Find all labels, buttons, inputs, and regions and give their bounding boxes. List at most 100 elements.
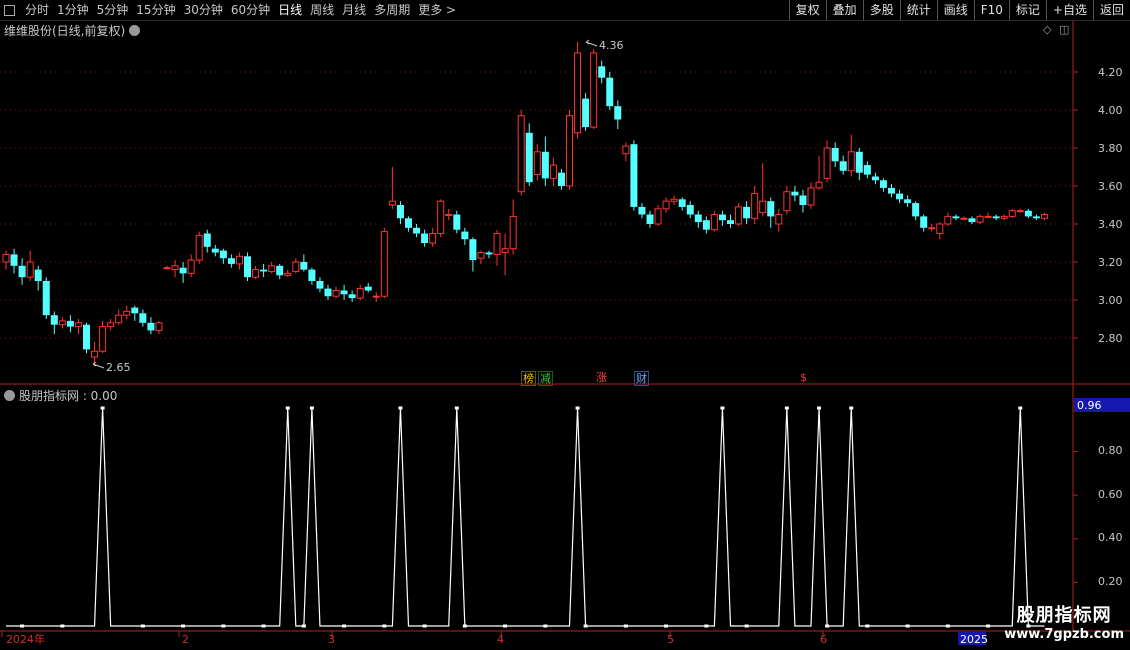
candle-body bbox=[276, 265, 284, 276]
candle-body bbox=[606, 77, 614, 107]
candle-body bbox=[195, 234, 203, 261]
price-tick-340: 3.40 bbox=[1098, 218, 1123, 231]
candle-body bbox=[235, 255, 243, 265]
candle-body bbox=[678, 199, 686, 207]
indicator-point bbox=[825, 624, 830, 628]
stock-title: 维维股份(日线,前复权) bbox=[4, 24, 126, 38]
candle-body bbox=[107, 322, 115, 328]
candle-body bbox=[815, 181, 823, 189]
tag-dollar[interactable]: $ bbox=[799, 371, 808, 384]
candle-body bbox=[179, 267, 187, 274]
candle-body bbox=[509, 215, 517, 250]
candle-body bbox=[976, 215, 984, 223]
candle-body bbox=[767, 201, 775, 217]
candle-body bbox=[888, 187, 895, 194]
candle-body bbox=[66, 320, 74, 327]
price-tick-300: 3.00 bbox=[1098, 294, 1123, 307]
indicator-point bbox=[60, 624, 65, 628]
price-tick-360: 3.60 bbox=[1098, 180, 1123, 193]
candle-body bbox=[324, 288, 332, 297]
candle-body bbox=[437, 200, 445, 234]
candle-body bbox=[364, 286, 372, 291]
candle-body bbox=[380, 231, 388, 297]
candle-body bbox=[686, 205, 694, 215]
candle-body bbox=[944, 215, 952, 225]
candle-body bbox=[735, 206, 743, 225]
candle-body bbox=[799, 195, 807, 205]
tag-cai[interactable]: 财 bbox=[634, 371, 649, 386]
candle-body bbox=[244, 256, 251, 278]
tag-zhang[interactable]: 涨 bbox=[595, 371, 608, 384]
indicator-peak-marker bbox=[849, 406, 854, 410]
low-price-label: 2.65 bbox=[106, 361, 131, 374]
candle-body bbox=[219, 250, 227, 259]
candle-body bbox=[42, 281, 50, 316]
candle-body bbox=[396, 205, 404, 219]
candle-body bbox=[461, 231, 469, 240]
window-icon[interactable]: ◫ bbox=[1059, 23, 1069, 36]
kline-chart[interactable]: 4.36 2.65 4.20 4.00 3.80 3.60 3.40 3.20 … bbox=[0, 0, 1130, 650]
chevron-down-icon[interactable] bbox=[4, 390, 15, 401]
candle-body bbox=[783, 191, 791, 212]
candle-body bbox=[1032, 216, 1040, 219]
high-arrow-icon bbox=[585, 39, 598, 47]
candle-body bbox=[541, 151, 549, 179]
time-label-2025: 2025 bbox=[960, 633, 988, 646]
candle-body bbox=[718, 214, 726, 221]
indicator-point bbox=[945, 624, 950, 628]
candle-body bbox=[855, 151, 863, 173]
indicator-tick-040: 0.40 bbox=[1098, 531, 1123, 544]
tag-bang[interactable]: 榜 bbox=[521, 371, 536, 386]
indicator-point bbox=[986, 624, 991, 628]
time-label-apr: 4 bbox=[497, 633, 504, 646]
time-label-feb: 2 bbox=[182, 633, 189, 646]
candle-body bbox=[421, 233, 429, 243]
candle-body bbox=[807, 187, 815, 206]
indicator-point bbox=[704, 624, 709, 628]
chart-options-icons: ◇ ◫ bbox=[1043, 23, 1069, 36]
candle-body bbox=[171, 265, 179, 271]
candle-body bbox=[694, 214, 702, 223]
candle-body bbox=[300, 262, 308, 270]
price-tick-420: 4.20 bbox=[1098, 66, 1123, 79]
candle-body bbox=[485, 252, 493, 255]
indicator-peak-marker bbox=[1018, 406, 1023, 410]
candle-body bbox=[968, 218, 976, 223]
candle-body bbox=[292, 261, 300, 272]
candle-body bbox=[630, 144, 638, 207]
candle-body bbox=[702, 220, 710, 230]
chevron-down-icon[interactable] bbox=[129, 25, 141, 36]
candle-body bbox=[501, 248, 509, 253]
indicator-peak-marker bbox=[720, 406, 725, 410]
indicator-peak-marker bbox=[454, 406, 459, 410]
indicator-point bbox=[20, 624, 25, 628]
indicator-tick-060: 0.60 bbox=[1098, 488, 1123, 501]
indicator-point bbox=[664, 624, 669, 628]
candle-body bbox=[992, 216, 1000, 219]
tag-jian[interactable]: 减 bbox=[538, 371, 553, 386]
candle-body bbox=[260, 269, 268, 272]
candle-body bbox=[952, 216, 960, 219]
indicator-title: 股朋指标网 : 0.00 bbox=[4, 387, 117, 404]
candle-body bbox=[710, 214, 718, 231]
candle-body bbox=[727, 220, 734, 224]
candle-body bbox=[388, 200, 396, 206]
indicator-line bbox=[6, 407, 1045, 627]
indicator-point bbox=[905, 624, 910, 628]
candle-body bbox=[308, 269, 316, 281]
candle-body bbox=[340, 290, 348, 295]
candle-body bbox=[99, 326, 107, 352]
candle-body bbox=[517, 115, 525, 193]
indicator-point bbox=[623, 624, 628, 628]
candle-body bbox=[928, 227, 936, 230]
time-label-may: 5 bbox=[667, 633, 674, 646]
candle-body bbox=[791, 191, 799, 196]
price-tick-280: 2.80 bbox=[1098, 332, 1123, 345]
indicator-point bbox=[543, 624, 548, 628]
diamond-icon[interactable]: ◇ bbox=[1043, 23, 1051, 36]
candle-body bbox=[598, 66, 606, 78]
candle-body bbox=[549, 164, 557, 179]
indicator-peak-marker bbox=[398, 406, 403, 410]
watermark: 股朋指标网 www.7gpzb.com bbox=[1004, 601, 1124, 642]
candle-body bbox=[203, 233, 211, 247]
